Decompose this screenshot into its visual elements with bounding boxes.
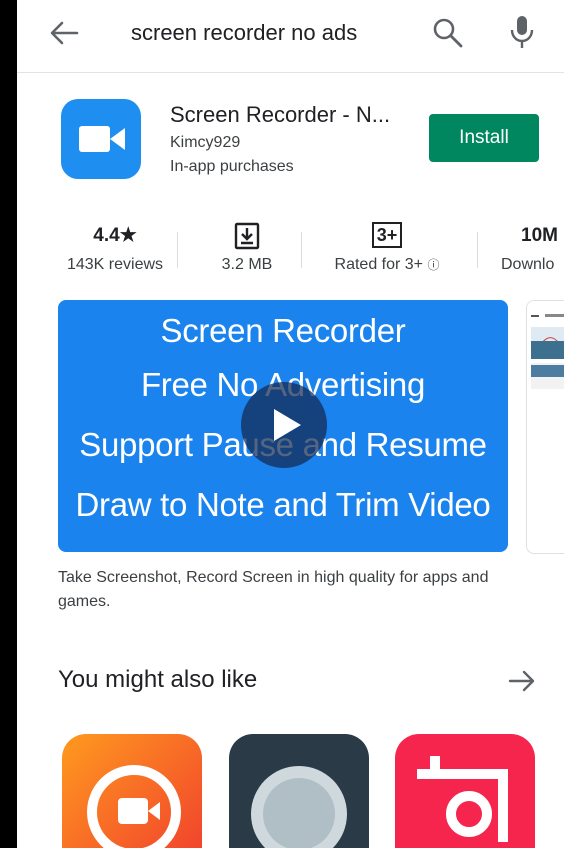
play-store-screen: screen recorder no ads Screen Recorder -…	[17, 0, 564, 848]
age-rating-badge: 3+	[371, 222, 403, 248]
rating-value: 4.4	[93, 225, 120, 246]
screenshot-line: Screen Recorder	[160, 312, 406, 349]
microphone-icon[interactable]	[509, 14, 535, 50]
suggested-app-icon[interactable]	[229, 734, 369, 848]
downloads-label: Downlo	[501, 256, 555, 273]
stat-divider	[477, 232, 478, 268]
section-heading[interactable]: You might also like	[58, 666, 257, 694]
screenshot-thumbnail[interactable]	[526, 300, 564, 554]
star-icon: ★	[119, 225, 137, 246]
size-stat: 3.2 MB	[207, 222, 287, 274]
content-rating-stat[interactable]: 3+ Rated for 3+ ⓘ	[322, 222, 452, 274]
download-icon	[207, 222, 287, 252]
rating-value-row: 4.4★	[60, 222, 170, 252]
app-description: Take Screenshot, Record Screen in high q…	[58, 569, 489, 610]
info-icon: ⓘ	[427, 258, 440, 272]
install-button[interactable]: Install	[429, 114, 539, 162]
search-bar: screen recorder no ads	[17, 0, 564, 73]
app-title[interactable]: Screen Recorder - N...	[170, 102, 390, 128]
reviews-count: 143K reviews	[66, 256, 164, 273]
arrow-right-icon[interactable]	[507, 666, 537, 696]
rated-label: Rated for 3+	[334, 256, 424, 273]
developer-name[interactable]: Kimcy929	[170, 134, 240, 152]
screenshot-video[interactable]: Screen Recorder Free No Advertising Supp…	[58, 300, 508, 552]
downloads-count: 10M	[521, 225, 558, 246]
play-icon[interactable]	[241, 382, 327, 468]
back-arrow-icon[interactable]	[47, 18, 81, 48]
search-query[interactable]: screen recorder no ads	[131, 18, 357, 48]
suggested-app-icon[interactable]	[62, 734, 202, 848]
app-icon[interactable]	[61, 99, 141, 179]
suggested-app-icon[interactable]	[395, 734, 535, 848]
downloads-stat: 10M Downlo	[501, 222, 564, 274]
rating-stat[interactable]: 4.4★ 143K reviews	[60, 222, 170, 274]
in-app-purchases-label: In-app purchases	[170, 158, 294, 175]
app-size: 3.2 MB	[221, 256, 273, 273]
stat-divider	[177, 232, 178, 268]
search-icon[interactable]	[431, 16, 465, 50]
stat-divider	[301, 232, 302, 268]
screenshot-line: Draw to Note and Trim Video	[75, 486, 491, 523]
